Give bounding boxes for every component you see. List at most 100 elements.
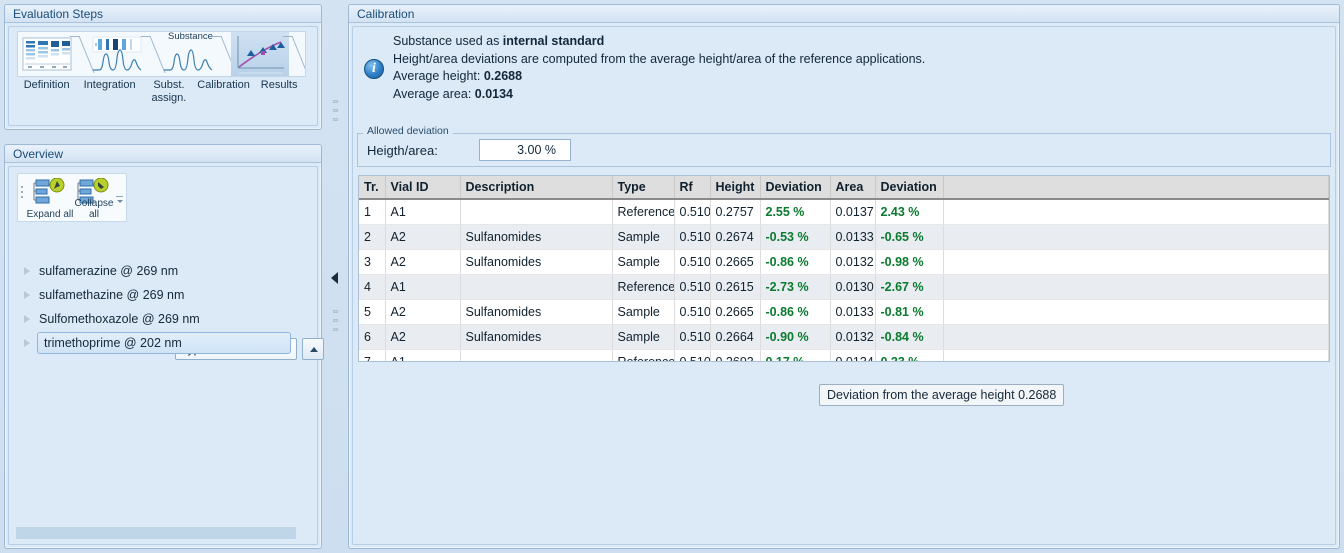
tree-item-label: sulfamerazine @ 269 nm bbox=[39, 264, 179, 278]
allowed-deviation-group: Allowed deviation Heigth/area: 3.00 % bbox=[357, 125, 1331, 167]
info-line1-bold: internal standard bbox=[502, 34, 605, 48]
step-label-results[interactable]: Results bbox=[252, 79, 306, 105]
cell-rf: 0.510 bbox=[674, 274, 711, 300]
column-header-type[interactable]: Type bbox=[612, 176, 675, 200]
column-header-vial-id[interactable]: Vial ID bbox=[385, 176, 461, 200]
cell-tr: 2 bbox=[359, 224, 386, 250]
calibration-table-wrapper[interactable]: Tr. Vial ID Description Type Rf Height D… bbox=[358, 175, 1330, 362]
step-definition[interactable] bbox=[18, 32, 76, 76]
cell-vial: A2 bbox=[385, 324, 461, 350]
cell-blank bbox=[943, 249, 1329, 275]
column-header-height[interactable]: Height bbox=[710, 176, 761, 200]
collapse-left-icon[interactable] bbox=[331, 272, 338, 284]
table-row[interactable]: 6 A2 Sulfanomides Sample 0.510 0.2664 -0… bbox=[359, 324, 1329, 350]
info-line-2: Height/area deviations are computed from… bbox=[393, 51, 926, 66]
step-results[interactable] bbox=[302, 32, 305, 76]
table-row[interactable]: 3 A2 Sulfanomides Sample 0.510 0.2665 -0… bbox=[359, 249, 1329, 275]
tree-item-sulfamerazine[interactable]: sulfamerazine @ 269 nm bbox=[17, 259, 293, 283]
step-calibration[interactable] bbox=[231, 32, 289, 76]
expander-triangle-icon[interactable] bbox=[17, 336, 37, 350]
column-header-blank[interactable] bbox=[943, 176, 1329, 200]
table-row[interactable]: 1 A1 Reference 0.510 0.2757 2.55 % 0.013… bbox=[359, 199, 1329, 225]
step-label-integration[interactable]: Integration bbox=[76, 79, 143, 105]
calibration-title: Calibration bbox=[349, 5, 1339, 23]
cell-tr: 1 bbox=[359, 199, 386, 225]
tree-item-sulfamethazine[interactable]: sulfamethazine @ 269 nm bbox=[17, 283, 293, 307]
column-header-deviation-area[interactable]: Deviation bbox=[875, 176, 944, 200]
definition-icon bbox=[22, 37, 72, 71]
cell-rf: 0.510 bbox=[674, 299, 711, 325]
table-row[interactable]: 4 A1 Reference 0.510 0.2615 -2.73 % 0.01… bbox=[359, 274, 1329, 300]
cell-description bbox=[460, 274, 613, 300]
cell-description bbox=[460, 348, 613, 361]
cell-deviation-height: -0.90 % bbox=[760, 324, 831, 350]
column-header-rf[interactable]: Rf bbox=[674, 176, 711, 200]
step-label-calibration[interactable]: Calibration bbox=[195, 79, 252, 105]
expander-triangle-icon[interactable] bbox=[17, 264, 37, 278]
cell-type: Reference bbox=[612, 199, 675, 225]
collapse-all-button[interactable]: Collapse all bbox=[70, 176, 118, 221]
panel-splitter[interactable] bbox=[326, 4, 344, 549]
evaluation-steps-body: Substance Definition Integration Subst. … bbox=[8, 26, 318, 126]
step-integration[interactable] bbox=[89, 32, 147, 76]
column-header-description[interactable]: Description bbox=[460, 176, 613, 200]
group-border-right bbox=[1330, 133, 1331, 167]
cell-description: Sulfanomides bbox=[460, 249, 613, 275]
overview-toolbar: Expand all Collapse all bbox=[17, 173, 127, 222]
cell-deviation-height: 2.55 % bbox=[760, 199, 831, 225]
step-label-definition[interactable]: Definition bbox=[17, 79, 76, 105]
step-label-substance-assign[interactable]: Subst. assign. bbox=[143, 79, 195, 105]
calibration-table: Tr. Vial ID Description Type Rf Height D… bbox=[359, 176, 1329, 361]
average-area-value: 0.0134 bbox=[474, 86, 514, 101]
tree-item-label: sulfamethazine @ 269 nm bbox=[39, 288, 185, 302]
overview-title: Overview bbox=[5, 145, 321, 163]
group-border-left bbox=[357, 133, 358, 167]
table-row[interactable]: 5 A2 Sulfanomides Sample 0.510 0.2665 -0… bbox=[359, 299, 1329, 325]
cell-blank bbox=[943, 324, 1329, 350]
evaluation-steps-strip: Substance bbox=[17, 31, 306, 77]
average-area-label: Average area: bbox=[393, 86, 475, 101]
cell-tr: 7 bbox=[359, 348, 386, 361]
tree-item-trimethoprime[interactable]: trimethoprime @ 202 nm bbox=[17, 331, 293, 355]
overview-body: Expand all Collapse all sulfamerazine @ … bbox=[8, 166, 324, 545]
expand-all-button[interactable]: Expand all bbox=[26, 176, 74, 221]
column-header-tr[interactable]: Tr. bbox=[359, 176, 386, 200]
cell-tr: 3 bbox=[359, 249, 386, 275]
table-row[interactable]: 2 A2 Sulfanomides Sample 0.510 0.2674 -0… bbox=[359, 224, 1329, 250]
info-line1-prefix: Substance used as bbox=[393, 34, 503, 48]
expander-triangle-icon[interactable] bbox=[17, 288, 37, 302]
allowed-deviation-title: Allowed deviation bbox=[363, 125, 453, 137]
expander-triangle-icon[interactable] bbox=[17, 312, 37, 326]
toolbar-grip[interactable] bbox=[21, 186, 23, 201]
cell-type: Sample bbox=[612, 224, 675, 250]
column-header-deviation-height[interactable]: Deviation bbox=[760, 176, 831, 200]
column-header-area[interactable]: Area bbox=[830, 176, 876, 200]
cell-type: Reference bbox=[612, 348, 675, 361]
tree-item-sulfomethoxazole[interactable]: Sulfomethoxazole @ 269 nm bbox=[17, 307, 293, 331]
cell-deviation-height: -0.86 % bbox=[760, 249, 831, 275]
info-line-4: Average area: 0.0134 bbox=[393, 86, 1327, 104]
cell-type: Sample bbox=[612, 249, 675, 275]
sort-ascending-button[interactable] bbox=[302, 338, 324, 360]
expand-all-icon bbox=[33, 177, 65, 204]
cell-description: Sulfanomides bbox=[460, 224, 613, 250]
calibration-icon bbox=[237, 36, 285, 74]
cell-blank bbox=[943, 348, 1329, 361]
splitter-grip-bottom bbox=[333, 310, 338, 337]
table-row-selected[interactable]: 7 A1 Reference 0.510 0.2693 0.17 % 0.013… bbox=[359, 348, 1329, 361]
splitter-grip-top bbox=[333, 100, 338, 127]
cell-type: Reference bbox=[612, 274, 675, 300]
height-area-input[interactable]: 3.00 % bbox=[479, 139, 571, 161]
cell-height: 0.2757 bbox=[710, 199, 761, 225]
cell-area: 0.0133 bbox=[830, 224, 876, 250]
toolbar-overflow-button[interactable] bbox=[115, 188, 124, 218]
table-header-row: Tr. Vial ID Description Type Rf Height D… bbox=[359, 176, 1329, 200]
overview-tree: sulfamerazine @ 269 nm sulfamethazine @ … bbox=[17, 259, 293, 355]
cell-rf: 0.510 bbox=[674, 249, 711, 275]
step-chevron-2 bbox=[147, 32, 160, 76]
cell-height: 0.2664 bbox=[710, 324, 761, 350]
cell-vial: A1 bbox=[385, 199, 461, 225]
cell-area: 0.0133 bbox=[830, 299, 876, 325]
step-substance-assign[interactable]: Substance bbox=[160, 32, 218, 76]
cell-height: 0.2665 bbox=[710, 299, 761, 325]
